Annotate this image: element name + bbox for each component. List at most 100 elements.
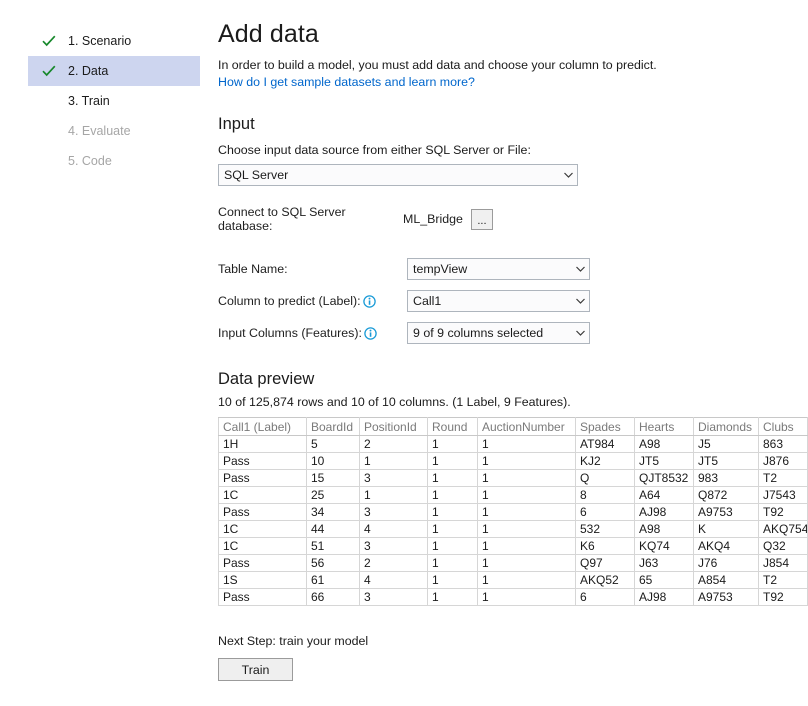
table-name-dropdown[interactable]: tempView bbox=[407, 258, 590, 280]
features-row: Input Columns (Features): 9 of 9 columns… bbox=[218, 322, 808, 344]
sidebar-item-scenario[interactable]: 1. Scenario bbox=[28, 26, 200, 56]
table-cell: 1 bbox=[427, 588, 478, 606]
label-column-dropdown[interactable]: Call1 bbox=[407, 290, 590, 312]
table-cell: 1 bbox=[427, 435, 478, 453]
table-cell: Q97 bbox=[575, 554, 635, 572]
table-row: Pass343116AJ98A9753T929 bbox=[218, 503, 808, 521]
database-connection-row: Connect to SQL Server database: ML_Bridg… bbox=[218, 205, 808, 233]
sidebar-item-label: 1. Scenario bbox=[68, 34, 132, 48]
sidebar-item-label: 3. Train bbox=[68, 94, 110, 108]
sidebar-item-data[interactable]: 2. Data bbox=[28, 56, 200, 86]
sidebar-item-evaluate: 4. Evaluate bbox=[28, 116, 200, 146]
table-cell: K bbox=[693, 520, 759, 538]
table-cell: 1 bbox=[427, 537, 478, 555]
table-row: Pass663116AJ98A9753T929 bbox=[218, 588, 808, 606]
next-step-text: Next Step: train your model bbox=[218, 634, 369, 648]
table-cell: 65 bbox=[634, 571, 694, 589]
add-data-page: 1. Scenario 2. Data 3. Train 4. Evaluate… bbox=[0, 0, 808, 706]
database-name: ML_Bridge bbox=[403, 212, 463, 226]
table-cell: AKQ4 bbox=[693, 537, 759, 555]
table-cell: QJT8532 bbox=[634, 469, 694, 487]
table-cell: 51 bbox=[306, 537, 360, 555]
info-icon[interactable] bbox=[362, 294, 376, 308]
table-row: 1H5211AT984A98J58639 bbox=[218, 435, 808, 453]
table-cell: 3 bbox=[359, 469, 428, 487]
table-cell: 3 bbox=[359, 588, 428, 606]
table-cell: J5 bbox=[693, 435, 759, 453]
table-cell: AJ98 bbox=[634, 588, 694, 606]
data-source-value: SQL Server bbox=[224, 168, 289, 182]
table-cell: AKQ754 bbox=[758, 520, 808, 538]
database-caption: Connect to SQL Server database: bbox=[218, 205, 346, 233]
table-cell: KQ74 bbox=[634, 537, 694, 555]
data-source-caption: Choose input data source from either SQL… bbox=[218, 143, 531, 157]
table-cell: JT5 bbox=[634, 452, 694, 470]
label-column-label: Column to predict (Label): bbox=[218, 294, 407, 308]
table-cell: 1 bbox=[427, 571, 478, 589]
table-row: Pass15311QQJT8532983T25 bbox=[218, 469, 808, 487]
table-cell: 25 bbox=[306, 486, 360, 504]
features-label: Input Columns (Features): bbox=[218, 326, 407, 340]
data-preview-table: Call1 (Label) BoardId PositionId Round Aucti… bbox=[218, 417, 808, 606]
table-cell: K6 bbox=[575, 537, 635, 555]
table-cell: 1 bbox=[477, 452, 576, 470]
info-icon[interactable] bbox=[364, 326, 377, 340]
table-row: 1C51311K6KQ74AKQ4Q3219 bbox=[218, 537, 808, 555]
table-cell: 8 bbox=[575, 486, 635, 504]
table-cell: 983 bbox=[693, 469, 759, 487]
train-button[interactable]: Train bbox=[218, 658, 293, 681]
table-name-label: Table Name: bbox=[218, 262, 407, 276]
table-cell: T2 bbox=[758, 571, 808, 589]
table-cell: 1 bbox=[477, 486, 576, 504]
wizard-steps-sidebar: 1. Scenario 2. Data 3. Train 4. Evaluate… bbox=[0, 0, 214, 706]
table-cell: 10 bbox=[306, 452, 360, 470]
sidebar-item-code: 5. Code bbox=[28, 146, 200, 176]
table-cell: J854 bbox=[758, 554, 808, 572]
table-cell: 6 bbox=[575, 503, 635, 521]
table-cell: 1C bbox=[218, 537, 307, 555]
table-cell: 1 bbox=[477, 554, 576, 572]
label-column-value: Call1 bbox=[413, 294, 442, 308]
chevron-down-icon bbox=[572, 298, 589, 304]
table-cell: J876 bbox=[758, 452, 808, 470]
label-column-row: Column to predict (Label): Call1 bbox=[218, 290, 808, 312]
table-cell: AJ98 bbox=[634, 503, 694, 521]
table-name-value: tempView bbox=[413, 262, 468, 276]
table-cell: Pass bbox=[218, 452, 307, 470]
table-row: 1C251118A64Q872J75437 bbox=[218, 486, 808, 504]
page-description: In order to build a model, you must add … bbox=[218, 58, 657, 72]
checkmark-icon bbox=[42, 65, 68, 77]
table-cell: JT5 bbox=[693, 452, 759, 470]
table-cell: 3 bbox=[359, 503, 428, 521]
table-cell: AT984 bbox=[575, 435, 635, 453]
table-cell: 1 bbox=[359, 452, 428, 470]
table-cell: 3 bbox=[359, 537, 428, 555]
page-title: Add data bbox=[218, 20, 319, 48]
checkmark-icon bbox=[42, 35, 68, 47]
browse-database-button[interactable]: ... bbox=[470, 208, 493, 230]
table-cell: T92 bbox=[758, 503, 808, 521]
table-cell: A9753 bbox=[693, 503, 759, 521]
column-header: Hearts bbox=[634, 417, 694, 436]
table-cell: 1C bbox=[218, 520, 307, 538]
table-cell: A9753 bbox=[693, 588, 759, 606]
table-cell: 5 bbox=[306, 435, 360, 453]
table-cell: 44 bbox=[306, 520, 360, 538]
input-fields-group: Table Name: tempView Column to predict (… bbox=[218, 258, 808, 344]
table-body: 1H5211AT984A98J58639Pass10111KJ2JT5JT5J8… bbox=[218, 435, 808, 606]
main-content: Add data In order to build a model, you … bbox=[214, 0, 808, 706]
sample-datasets-link[interactable]: How do I get sample datasets and learn m… bbox=[218, 74, 475, 91]
table-cell: 863 bbox=[758, 435, 808, 453]
features-dropdown[interactable]: 9 of 9 columns selected bbox=[407, 322, 590, 344]
table-cell: A98 bbox=[634, 435, 694, 453]
table-row: 1C44411532A98KAKQ75416 bbox=[218, 520, 808, 538]
table-cell: T2 bbox=[758, 469, 808, 487]
table-cell: 4 bbox=[359, 520, 428, 538]
table-cell: 1 bbox=[359, 486, 428, 504]
table-cell: 34 bbox=[306, 503, 360, 521]
table-cell: J7543 bbox=[758, 486, 808, 504]
label-column-label-text: Column to predict (Label): bbox=[218, 294, 361, 308]
sidebar-item-train[interactable]: 3. Train bbox=[28, 86, 200, 116]
table-cell: 2 bbox=[359, 554, 428, 572]
data-source-dropdown[interactable]: SQL Server bbox=[218, 164, 578, 186]
